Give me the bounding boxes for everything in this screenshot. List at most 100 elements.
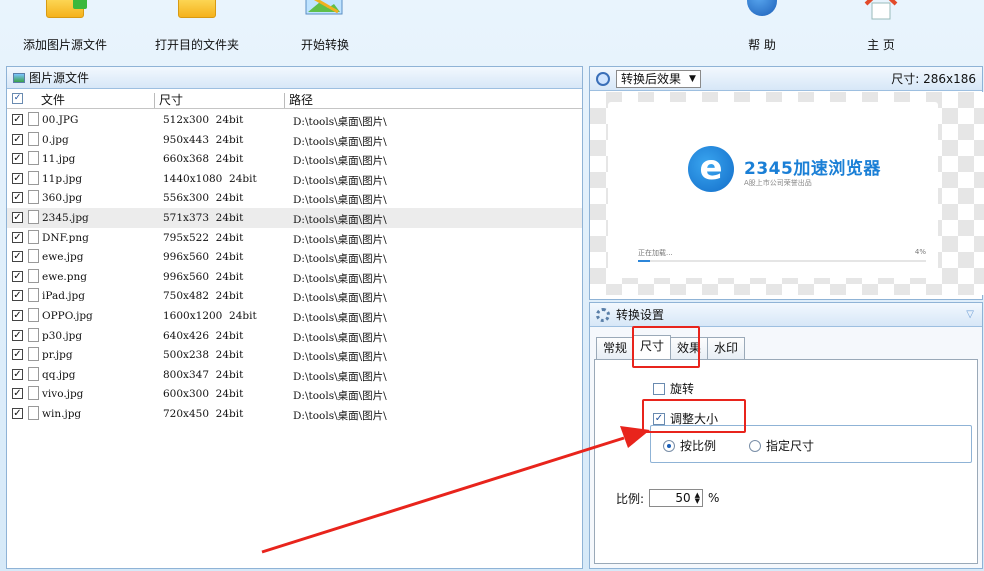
file-path-cell: D:\tools\桌面\图片\ bbox=[293, 174, 387, 187]
proportional-radio[interactable] bbox=[663, 439, 675, 452]
magnifier-icon[interactable] bbox=[596, 71, 610, 86]
rotate-label: 旋转 bbox=[670, 382, 695, 396]
rotate-option[interactable]: 旋转 bbox=[653, 380, 694, 397]
table-row[interactable]: ✓ 11p.jpg 1440x1080 24bit D:\tools\桌面\图片\ bbox=[7, 169, 582, 189]
row-checkbox[interactable]: ✓ bbox=[12, 172, 23, 184]
file-icon bbox=[28, 229, 39, 244]
file-name-cell: ewe.png bbox=[42, 270, 87, 283]
proportional-option[interactable]: 按比例 bbox=[663, 437, 716, 454]
preview-progress-bar bbox=[638, 260, 926, 262]
file-icon bbox=[28, 288, 39, 303]
table-row[interactable]: ✓ ewe.png 996x560 24bit D:\tools\桌面\图片\ bbox=[7, 267, 582, 287]
select-all-checkbox[interactable]: ✓ bbox=[12, 93, 23, 104]
table-row[interactable]: ✓ 0.jpg 950x443 24bit D:\tools\桌面\图片\ bbox=[7, 130, 582, 150]
ratio-unit: % bbox=[708, 491, 720, 505]
tab-watermark[interactable]: 水印 bbox=[707, 337, 746, 359]
help-icon bbox=[747, 0, 777, 16]
table-row[interactable]: ✓ vivo.jpg 600x300 24bit D:\tools\桌面\图片\ bbox=[7, 384, 582, 404]
file-size-cell: 996x560 24bit bbox=[163, 251, 244, 264]
file-name-cell: OPPO.jpg bbox=[42, 309, 93, 322]
tab-general[interactable]: 常规 bbox=[596, 337, 635, 359]
file-list: ✓ 00.JPG 512x300 24bit D:\tools\桌面\图片\ ✓ 0.jp… bbox=[7, 110, 582, 424]
table-row[interactable]: ✓ OPPO.jpg 1600x1200 24bit D:\tools\桌面\图片\ bbox=[7, 306, 582, 326]
file-name-cell: qq.jpg bbox=[42, 368, 76, 381]
file-path-cell: D:\tools\桌面\图片\ bbox=[293, 370, 387, 383]
start-convert-button[interactable]: 开始转换 bbox=[290, 0, 360, 62]
help-button[interactable]: 帮 助 bbox=[740, 0, 784, 62]
row-checkbox[interactable]: ✓ bbox=[12, 407, 23, 419]
row-checkbox[interactable]: ✓ bbox=[12, 153, 23, 165]
row-checkbox[interactable]: ✓ bbox=[12, 388, 23, 400]
table-row[interactable]: ✓ p30.jpg 640x426 24bit D:\tools\桌面\图片\ bbox=[7, 326, 582, 346]
file-size-cell: 1600x1200 24bit bbox=[163, 309, 257, 322]
preview-brand-text: 2345加速浏览器 bbox=[744, 159, 881, 179]
preview-loading-text: 正在加载... bbox=[638, 249, 673, 257]
table-row[interactable]: ✓ iPad.jpg 750x482 24bit D:\tools\桌面\图片\ bbox=[7, 286, 582, 306]
file-name-cell: p30.jpg bbox=[42, 329, 83, 342]
file-path-cell: D:\tools\桌面\图片\ bbox=[293, 311, 387, 324]
table-row[interactable]: ✓ 360.jpg 556x300 24bit D:\tools\桌面\图片\ bbox=[7, 188, 582, 208]
file-size-cell: 800x347 24bit bbox=[163, 368, 244, 381]
ratio-row: 比例: 50 ▲ ▼ % bbox=[616, 489, 719, 507]
row-checkbox[interactable]: ✓ bbox=[12, 349, 23, 361]
settings-gear-icon bbox=[596, 307, 610, 322]
file-name-cell: win.jpg bbox=[42, 407, 82, 420]
table-row[interactable]: ✓ 11.jpg 660x368 24bit D:\tools\桌面\图片\ bbox=[7, 149, 582, 169]
row-checkbox[interactable]: ✓ bbox=[12, 368, 23, 380]
ratio-value[interactable]: 50 bbox=[675, 491, 690, 505]
row-checkbox[interactable]: ✓ bbox=[12, 290, 23, 302]
row-checkbox[interactable]: ✓ bbox=[12, 192, 23, 204]
home-button[interactable]: 主 页 bbox=[856, 0, 906, 62]
row-checkbox[interactable]: ✓ bbox=[12, 270, 23, 282]
row-checkbox[interactable]: ✓ bbox=[12, 133, 23, 145]
ratio-spinner[interactable]: 50 ▲ ▼ bbox=[649, 489, 704, 507]
main-toolbar: 添加图片源文件 打开目的文件夹 开始转换 帮 助 主 页 bbox=[0, 0, 984, 62]
collapse-chevron-icon[interactable]: ▽ bbox=[966, 309, 974, 320]
spinner-arrows-icon[interactable]: ▲ ▼ bbox=[695, 492, 700, 505]
table-row[interactable]: ✓ 00.JPG 512x300 24bit D:\tools\桌面\图片\ bbox=[7, 110, 582, 130]
table-row[interactable]: ✓ qq.jpg 800x347 24bit D:\tools\桌面\图片\ bbox=[7, 365, 582, 385]
preview-mode-select[interactable]: 转换后效果 ▼ bbox=[616, 69, 701, 88]
fixed-size-radio[interactable] bbox=[749, 439, 761, 452]
file-icon bbox=[28, 209, 39, 224]
file-name-cell: DNF.png bbox=[42, 231, 89, 244]
file-path-cell: D:\tools\桌面\图片\ bbox=[293, 213, 387, 226]
file-path-cell: D:\tools\桌面\图片\ bbox=[293, 135, 387, 148]
add-source-button[interactable]: 添加图片源文件 bbox=[10, 0, 120, 62]
file-name-cell: 360.jpg bbox=[42, 192, 83, 205]
file-icon bbox=[28, 249, 39, 264]
file-icon bbox=[28, 307, 39, 322]
file-path-cell: D:\tools\桌面\图片\ bbox=[293, 409, 387, 422]
row-checkbox[interactable]: ✓ bbox=[12, 231, 23, 243]
table-row[interactable]: ✓ DNF.png 795x522 24bit D:\tools\桌面\图片\ bbox=[7, 228, 582, 248]
file-name-cell: 11.jpg bbox=[42, 153, 76, 166]
file-path-cell: D:\tools\桌面\图片\ bbox=[293, 272, 387, 285]
column-size[interactable]: 尺寸 bbox=[159, 92, 183, 109]
rotate-checkbox[interactable] bbox=[653, 382, 665, 395]
source-files-title: 图片源文件 bbox=[29, 70, 90, 85]
file-icon bbox=[28, 405, 39, 420]
row-checkbox[interactable]: ✓ bbox=[12, 251, 23, 263]
file-size-cell: 512x300 24bit bbox=[163, 114, 244, 126]
file-path-cell: D:\tools\桌面\图片\ bbox=[293, 116, 387, 128]
column-path[interactable]: 路径 bbox=[289, 92, 313, 109]
table-row[interactable]: ✓ 2345.jpg 571x373 24bit D:\tools\桌面\图片\ bbox=[7, 207, 582, 228]
file-size-cell: 640x426 24bit bbox=[163, 329, 244, 342]
preview-toolbar: 转换后效果 ▼ 尺寸: 286x186 bbox=[590, 67, 982, 91]
file-icon bbox=[28, 151, 39, 166]
image-icon bbox=[13, 72, 25, 83]
row-checkbox[interactable]: ✓ bbox=[12, 114, 23, 125]
table-row[interactable]: ✓ pr.jpg 500x238 24bit D:\tools\桌面\图片\ bbox=[7, 345, 582, 365]
preview-canvas: e 2345加速浏览器 A股上市公司荣誉出品 正在加载... 4% bbox=[590, 92, 984, 295]
output-size-label: 尺寸: 286x186 bbox=[891, 72, 976, 86]
source-files-panel: 图片源文件 ✓ 文件 尺寸 路径 ✓ 00.JPG 512x300 24bit D:\… bbox=[6, 66, 583, 569]
open-target-folder-button[interactable]: 打开目的文件夹 bbox=[142, 0, 252, 62]
column-file[interactable]: 文件 bbox=[41, 92, 65, 109]
row-checkbox[interactable]: ✓ bbox=[12, 211, 23, 223]
row-checkbox[interactable]: ✓ bbox=[12, 329, 23, 341]
row-checkbox[interactable]: ✓ bbox=[12, 309, 23, 321]
proportional-label: 按比例 bbox=[680, 439, 717, 453]
fixed-size-option[interactable]: 指定尺寸 bbox=[749, 437, 814, 454]
table-row[interactable]: ✓ win.jpg 720x450 24bit D:\tools\桌面\图片\ bbox=[7, 404, 582, 424]
table-row[interactable]: ✓ ewe.jpg 996x560 24bit D:\tools\桌面\图片\ bbox=[7, 247, 582, 267]
